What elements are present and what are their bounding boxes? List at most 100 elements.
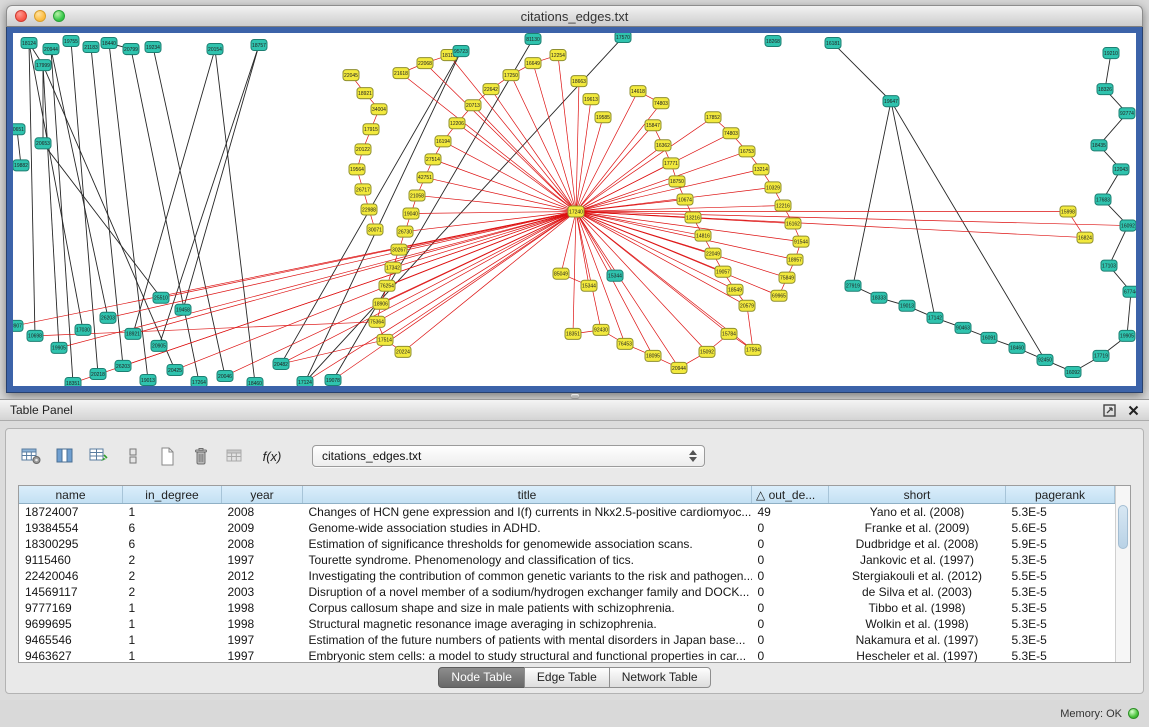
graph-node[interactable]: 22988 [361, 204, 377, 215]
graph-node[interactable]: 13214 [753, 164, 769, 175]
table-row[interactable]: 2242004622012Investigating the contribut… [19, 568, 1115, 584]
graph-node[interactable]: 19905 [51, 342, 67, 353]
graph-edge[interactable] [43, 65, 59, 348]
graph-edge[interactable] [561, 212, 576, 274]
graph-node[interactable]: 20713 [465, 100, 481, 111]
graph-node[interactable]: 18333 [871, 292, 887, 303]
graph-edge[interactable] [576, 133, 731, 211]
graph-node[interactable]: 19564 [349, 164, 365, 175]
graph-node[interactable]: 19882 [13, 160, 29, 171]
graph-node[interactable]: 17999 [35, 60, 51, 71]
graph-edge[interactable] [576, 212, 601, 330]
graph-edge[interactable] [305, 51, 461, 382]
graph-node[interactable]: 17719 [1093, 350, 1109, 361]
delete-icon[interactable] [188, 444, 214, 468]
graph-node[interactable]: 19078 [325, 374, 341, 385]
graph-node[interactable]: 69965 [771, 290, 787, 301]
graph-edge[interactable] [747, 306, 753, 350]
graph-node[interactable]: 19613 [583, 94, 599, 105]
import-table-icon[interactable] [222, 444, 248, 468]
column-header-title[interactable]: title [303, 486, 752, 504]
graph-edge[interactable] [576, 125, 653, 211]
graph-node[interactable]: 20799 [123, 44, 139, 55]
graph-node[interactable]: 26730 [397, 226, 413, 237]
graph-node[interactable]: 18095 [645, 350, 661, 361]
graph-node[interactable]: 26203 [100, 312, 116, 323]
zoom-button[interactable] [53, 10, 65, 22]
graph-node[interactable]: 12206 [449, 118, 465, 129]
table-row[interactable]: 1456911722003Disruption of a novel membe… [19, 584, 1115, 600]
graph-node[interactable]: 14816 [695, 230, 711, 241]
table-scrollbar[interactable] [1115, 486, 1130, 662]
graph-node[interactable]: 17250 [503, 70, 519, 81]
graph-node[interactable]: 19057 [715, 266, 731, 277]
graph-edge[interactable] [491, 89, 576, 211]
graph-node[interactable]: 92430 [593, 324, 609, 335]
graph-edge[interactable] [133, 49, 215, 334]
graph-node[interactable]: 17103 [1101, 260, 1117, 271]
graph-node[interactable]: 18326 [1097, 84, 1113, 95]
edit-table-icon[interactable] [86, 444, 112, 468]
graph-node[interactable]: 16824 [1077, 232, 1093, 243]
graph-node[interactable]: 21183 [83, 42, 99, 53]
graph-node[interactable]: 27919 [845, 280, 861, 291]
graph-node[interactable]: 17264 [191, 376, 207, 386]
graph-node[interactable]: 18268 [765, 36, 781, 47]
new-file-icon[interactable] [154, 444, 180, 468]
graph-node[interactable]: 95723 [453, 46, 469, 57]
graph-node[interactable]: 17594 [745, 344, 761, 355]
graph-node[interactable]: 18549 [727, 284, 743, 295]
graph-node[interactable]: 16092 [1120, 220, 1136, 231]
graph-node[interactable]: 20905 [151, 340, 167, 351]
graph-edge[interactable] [833, 43, 891, 101]
graph-node[interactable]: 18460 [247, 377, 263, 386]
graph-edge[interactable] [573, 212, 576, 334]
graph-node[interactable]: 20224 [395, 346, 411, 357]
graph-node[interactable]: 18460 [1009, 342, 1025, 353]
tab-edge-table[interactable]: Edge Table [524, 667, 610, 688]
graph-edge[interactable] [443, 141, 576, 211]
graph-edge[interactable] [891, 101, 935, 318]
graph-edge[interactable] [29, 43, 35, 336]
graph-node[interactable]: 76254 [379, 280, 395, 291]
graph-node[interactable]: 90463 [955, 322, 971, 333]
graph-node[interactable]: 16362 [655, 140, 671, 151]
graph-node[interactable]: 17683 [1095, 194, 1111, 205]
graph-node[interactable]: 20046 [217, 370, 233, 381]
graph-node[interactable]: 10698 [27, 330, 43, 341]
table-row[interactable]: 1938455462009Genome-wide association stu… [19, 520, 1115, 536]
graph-edge[interactable] [576, 212, 779, 296]
graph-node[interactable]: 67744 [1123, 286, 1136, 297]
graph-edge[interactable] [159, 45, 259, 346]
graph-node[interactable]: 26717 [355, 184, 371, 195]
graph-node[interactable]: 12043 [1113, 164, 1129, 175]
tab-network-table[interactable]: Network Table [609, 667, 711, 688]
graph-hub-node[interactable]: 17240 [568, 206, 584, 217]
graph-node[interactable]: 20154 [207, 44, 223, 55]
graph-node[interactable]: 17915 [363, 124, 379, 135]
graph-node[interactable]: 20122 [355, 144, 371, 155]
graph-node[interactable]: 13216 [685, 212, 701, 223]
table-row[interactable]: 1830029562008Estimation of significance … [19, 536, 1115, 552]
graph-edge[interactable] [403, 212, 576, 352]
graph-edge[interactable] [1127, 292, 1131, 336]
show-columns-icon[interactable] [52, 444, 78, 468]
graph-node[interactable]: 20482 [273, 358, 289, 369]
column-header-out_de[interactable]: △ out_de... [752, 486, 829, 504]
network-table-selector[interactable]: citations_edges.txt [312, 445, 705, 467]
graph-node[interactable]: 20218 [90, 368, 106, 379]
graph-node[interactable]: 21618 [393, 68, 409, 79]
graph-node[interactable]: 30071 [367, 224, 383, 235]
graph-node[interactable]: 19013 [140, 374, 156, 385]
graph-node[interactable]: 92450 [1037, 354, 1053, 365]
graph-node[interactable]: 92774 [1119, 108, 1135, 119]
graph-node[interactable]: 18750 [669, 176, 685, 187]
graph-node[interactable]: 19040 [403, 208, 419, 219]
graph-node[interactable]: 17342 [385, 262, 401, 273]
graph-node[interactable]: 34004 [371, 104, 387, 115]
function-builder-icon[interactable]: f(x) [256, 444, 288, 468]
table-row[interactable]: 911546021997Tourette syndrome. Phenomeno… [19, 552, 1115, 568]
graph-edge[interactable] [576, 91, 638, 211]
graph-node[interactable]: 15998 [1060, 206, 1076, 217]
graph-node[interactable]: 74803 [723, 128, 739, 139]
